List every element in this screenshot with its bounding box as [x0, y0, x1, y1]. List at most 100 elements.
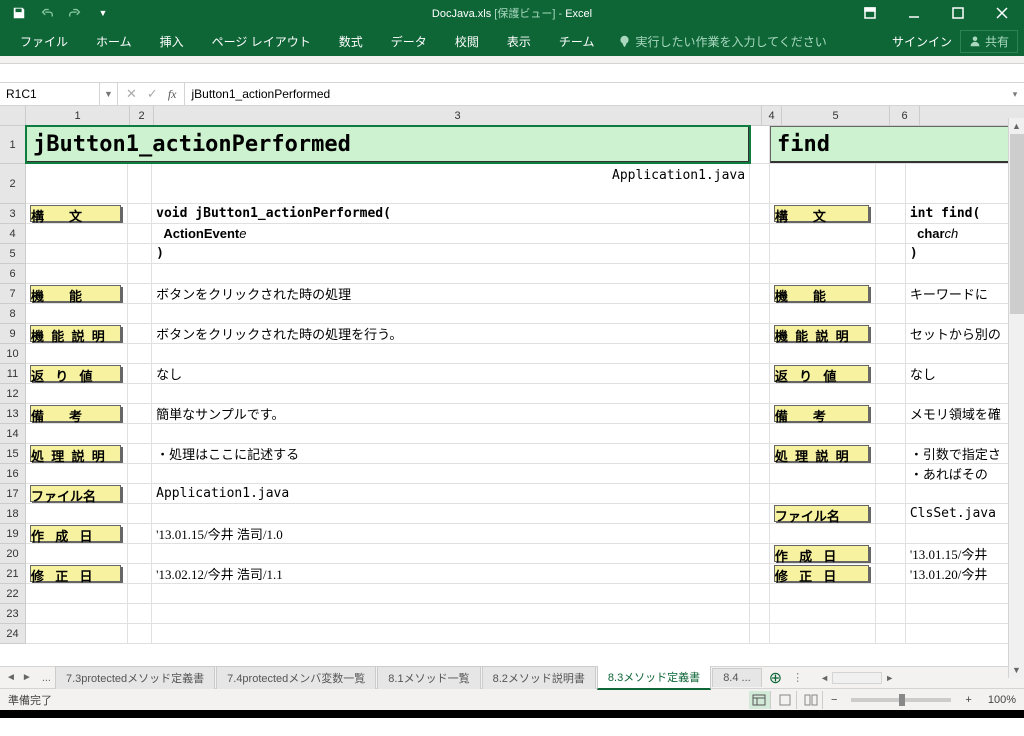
sheet-tab[interactable]: 7.3protectedメソッド定義書 — [55, 666, 215, 689]
tab-data[interactable]: データ — [377, 26, 441, 56]
minimize-button[interactable] — [892, 0, 936, 26]
row-header[interactable]: 13 — [0, 404, 26, 424]
label-remark: 備 考 — [30, 405, 121, 422]
row-header[interactable]: 20 — [0, 544, 26, 564]
row-header[interactable]: 23 — [0, 604, 26, 624]
tab-home[interactable]: ホーム — [82, 26, 146, 56]
tabs-overflow-left[interactable]: ... — [38, 672, 55, 684]
save-button[interactable] — [6, 2, 32, 24]
zoom-slider[interactable] — [851, 698, 951, 702]
row-header[interactable]: 9 — [0, 324, 26, 344]
tab-formulas[interactable]: 数式 — [325, 26, 377, 56]
tab-insert[interactable]: 挿入 — [146, 26, 198, 56]
scroll-thumb[interactable] — [1010, 134, 1024, 314]
cancel-formula-button[interactable]: ✕ — [126, 86, 137, 102]
name-box-dropdown[interactable]: ▼ — [100, 83, 118, 105]
row-header[interactable]: 11 — [0, 364, 26, 384]
sheet-tab[interactable]: 7.4protectedメンバ変数一覧 — [216, 666, 376, 689]
scroll-down-icon[interactable]: ▼ — [1009, 662, 1024, 678]
row-header[interactable]: 3 — [0, 204, 26, 224]
row-header[interactable]: 5 — [0, 244, 26, 264]
label-filename: ファイル名 — [30, 485, 121, 502]
undo-button[interactable] — [34, 2, 60, 24]
sheet-nav-prev[interactable]: ► — [22, 672, 32, 683]
row-header[interactable]: 15 — [0, 444, 26, 464]
formula-expand[interactable]: ▾ — [1006, 89, 1024, 100]
row-header[interactable]: 8 — [0, 304, 26, 324]
ribbon-body — [0, 56, 1024, 64]
scroll-right-icon[interactable]: ► — [882, 673, 897, 683]
window-title: DocJava.xls [保護ビュー] - Excel — [432, 5, 592, 21]
col-header[interactable]: 1 — [26, 106, 130, 125]
row-header[interactable]: 4 — [0, 224, 26, 244]
scroll-left-icon[interactable]: ◄ — [817, 673, 832, 683]
scroll-up-icon[interactable]: ▲ — [1009, 118, 1024, 134]
status-bar: 準備完了 − + 100% — [0, 688, 1024, 710]
spreadsheet-grid[interactable]: 1 2 3 4 5 6 1 2 3 4 5 6 7 8 9 10 11 12 1… — [0, 106, 1024, 666]
title-bar: ▼ DocJava.xls [保護ビュー] - Excel — [0, 0, 1024, 26]
select-all-corner[interactable] — [0, 106, 26, 125]
sheet-tab[interactable]: 8.4 ... — [712, 668, 762, 687]
view-pagelayout-button[interactable] — [775, 691, 797, 709]
remark-value: 簡単なサンプルです。 — [152, 404, 750, 423]
ribbon-display-button[interactable] — [848, 0, 892, 26]
method-title-2[interactable]: find — [770, 126, 1024, 163]
zoom-level[interactable]: 100% — [980, 694, 1016, 706]
tell-me-search[interactable]: 実行したい作業を入力してください — [608, 33, 826, 50]
close-button[interactable] — [980, 0, 1024, 26]
view-normal-button[interactable] — [749, 691, 771, 709]
col-header[interactable]: 4 — [762, 106, 782, 125]
redo-button[interactable] — [62, 2, 88, 24]
horizontal-scrollbar[interactable]: ◄ ► — [817, 672, 897, 684]
sheet-tab[interactable]: 8.2メソッド説明書 — [482, 666, 596, 689]
sheet-tab[interactable]: 8.1メソッド一覧 — [377, 666, 480, 689]
vertical-scrollbar[interactable]: ▲ ▼ — [1008, 118, 1024, 678]
quick-access-toolbar: ▼ — [0, 2, 116, 24]
sheet-tab-bar: ◄ ► ... 7.3protectedメソッド定義書 7.4protected… — [0, 666, 1024, 688]
maximize-button[interactable] — [936, 0, 980, 26]
row-header[interactable]: 10 — [0, 344, 26, 364]
row-header[interactable]: 16 — [0, 464, 26, 484]
zoom-out-button[interactable]: − — [827, 694, 841, 706]
row-header[interactable]: 7 — [0, 284, 26, 304]
method-title-1[interactable]: jButton1_actionPerformed — [26, 126, 750, 163]
label-return-2: 返 り 値 — [774, 365, 869, 382]
tab-pagelayout[interactable]: ページ レイアウト — [198, 26, 325, 56]
formula-input[interactable]: jButton1_actionPerformed — [184, 83, 1006, 105]
enter-formula-button[interactable]: ✓ — [147, 86, 158, 102]
signin-link[interactable]: サインイン — [892, 33, 952, 50]
fx-icon[interactable]: fx — [168, 87, 177, 102]
sheet-nav-first[interactable]: ◄ — [6, 672, 16, 683]
row-header[interactable]: 21 — [0, 564, 26, 584]
tab-view[interactable]: 表示 — [493, 26, 545, 56]
view-pagebreak-button[interactable] — [801, 691, 823, 709]
procdesc-value: ・処理はここに記述する — [152, 444, 750, 463]
row-header[interactable]: 17 — [0, 484, 26, 504]
row-header[interactable]: 22 — [0, 584, 26, 604]
created-value-2: '13.01.15/今井 — [906, 544, 1024, 563]
sheet-tab-active[interactable]: 8.3メソッド定義書 — [597, 665, 711, 690]
row-header[interactable]: 24 — [0, 624, 26, 644]
ribbon-tabs: ファイル ホーム 挿入 ページ レイアウト 数式 データ 校閲 表示 チーム 実… — [0, 26, 1024, 56]
label-procdesc-2: 処 理 説 明 — [774, 445, 869, 462]
row-header[interactable]: 12 — [0, 384, 26, 404]
row-header[interactable]: 18 — [0, 504, 26, 524]
col-header[interactable]: 6 — [890, 106, 920, 125]
zoom-in-button[interactable]: + — [961, 694, 975, 706]
tab-file[interactable]: ファイル — [6, 26, 82, 56]
col-header[interactable]: 2 — [130, 106, 154, 125]
tab-team[interactable]: チーム — [545, 26, 609, 56]
col-header[interactable]: 3 — [154, 106, 762, 125]
row-header[interactable]: 1 — [0, 126, 26, 164]
new-sheet-button[interactable]: ⊕ — [763, 668, 788, 688]
name-box[interactable]: R1C1 — [0, 83, 100, 105]
tab-review[interactable]: 校閲 — [441, 26, 493, 56]
share-button[interactable]: 共有 — [960, 30, 1018, 53]
qat-dropdown[interactable]: ▼ — [90, 2, 116, 24]
col-header[interactable]: 5 — [782, 106, 890, 125]
row-header[interactable]: 6 — [0, 264, 26, 284]
syntax-line-2: int find( — [906, 204, 1024, 223]
row-header[interactable]: 2 — [0, 164, 26, 204]
row-header[interactable]: 19 — [0, 524, 26, 544]
row-header[interactable]: 14 — [0, 424, 26, 444]
